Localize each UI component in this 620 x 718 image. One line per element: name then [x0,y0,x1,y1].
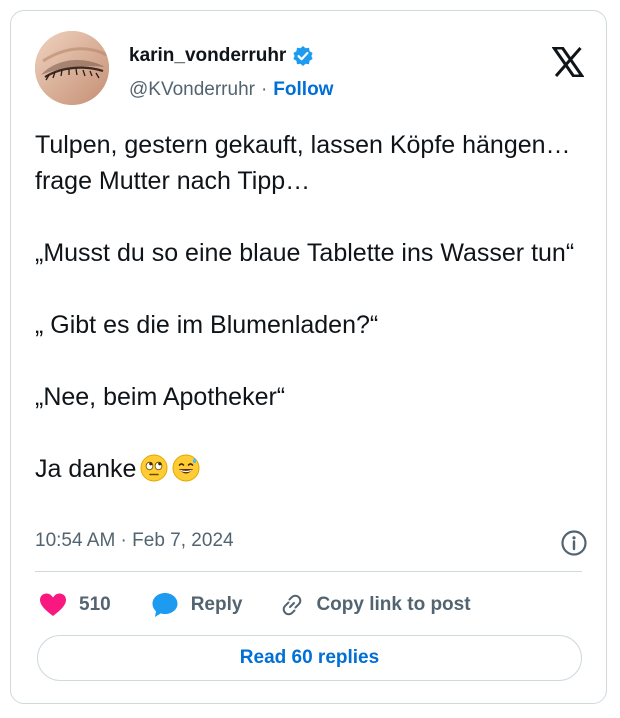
handle[interactable]: @KVonderruhr [129,79,255,101]
tweet-card: karin_vonderruhr @KVonderruhr · Follow T… [10,10,607,704]
tweet-body: Tulpen, gestern gekauft, lassen Köpfe hä… [35,131,575,483]
info-icon[interactable] [560,529,588,557]
verified-badge-icon [292,45,314,67]
grinning-face-with-sweat-icon [172,454,200,482]
avatar[interactable] [35,31,109,105]
display-name[interactable]: karin_vonderruhr [129,45,286,67]
read-replies-button[interactable]: Read 60 replies [37,635,582,681]
tweet-timestamp[interactable]: 10:54 AM · Feb 7, 2024 [35,530,234,552]
follow-button[interactable]: Follow [273,79,333,101]
face-with-rolling-eyes-icon [140,454,168,482]
handle-row: @KVonderruhr · Follow [129,79,333,101]
x-logo-icon[interactable] [551,46,585,78]
copy-link-button[interactable]: Copy link to post [278,591,471,619]
like-button[interactable]: 510 [39,592,111,618]
tweet-header: karin_vonderruhr @KVonderruhr · Follow [35,31,585,111]
copy-link-label: Copy link to post [316,594,471,615]
avatar-photo-icon [35,31,109,105]
reply-label: Reply [190,594,243,615]
heart-icon [40,593,66,616]
like-count: 510 [79,594,111,615]
name-row: karin_vonderruhr [129,45,314,67]
divider [35,571,582,572]
action-bar: 510 Reply Copy link to post [39,589,471,621]
tweet-text: Tulpen, gestern gekauft, lassen Köpfe hä… [35,127,595,487]
reply-button[interactable]: Reply [151,591,243,619]
link-icon [283,594,302,616]
separator: · [260,79,268,100]
reply-bubble-icon [152,593,178,617]
